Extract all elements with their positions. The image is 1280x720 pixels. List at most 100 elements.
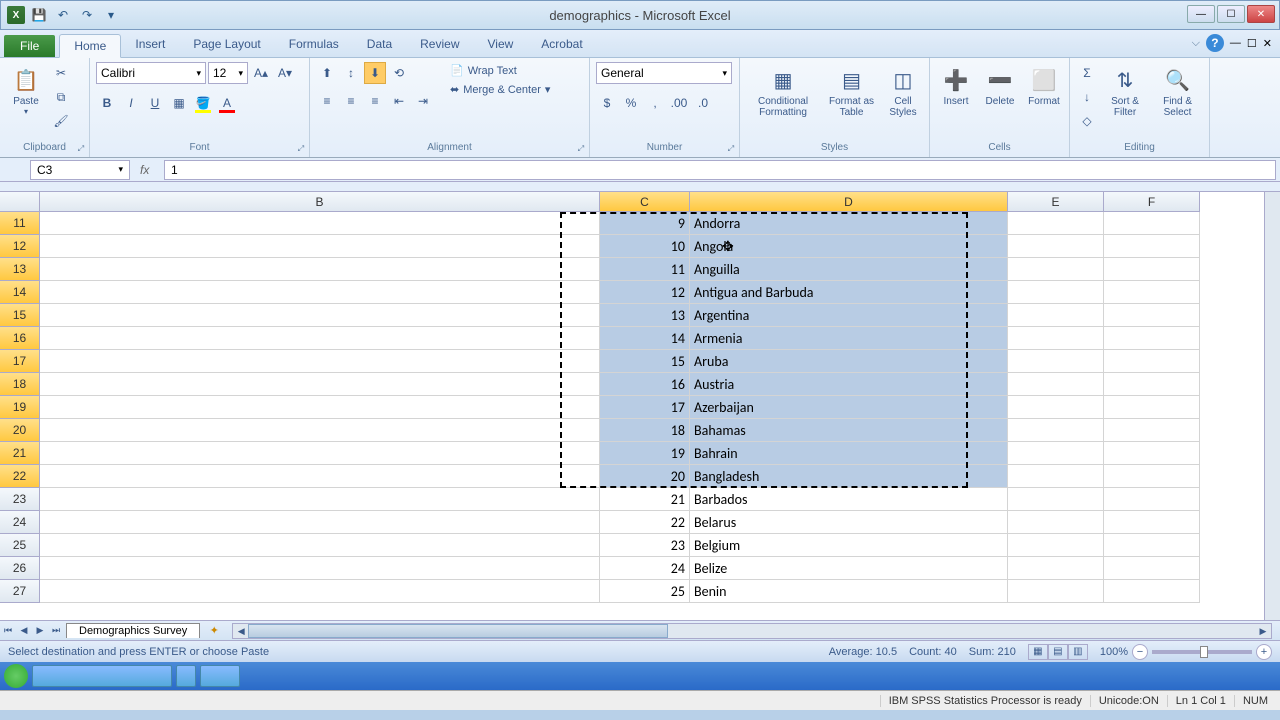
currency-icon[interactable]: $ <box>596 92 618 114</box>
formula-input[interactable]: 1 <box>164 160 1276 180</box>
row-header[interactable]: 12 <box>0 235 40 258</box>
cell-styles-button[interactable]: ◫Cell Styles <box>883 62 923 120</box>
cell[interactable]: Benin <box>690 580 1008 603</box>
cell[interactable]: Austria <box>690 373 1008 396</box>
row-header[interactable]: 26 <box>0 557 40 580</box>
sheet-nav-prev-icon[interactable]: ◀ <box>16 623 32 639</box>
border-icon[interactable]: ▦ <box>168 92 190 114</box>
row-header[interactable]: 23 <box>0 488 40 511</box>
column-header-C[interactable]: C <box>600 192 690 212</box>
row-header[interactable]: 15 <box>0 304 40 327</box>
cell[interactable] <box>1008 511 1104 534</box>
cell[interactable]: Antigua and Barbuda <box>690 281 1008 304</box>
decrease-decimal-icon[interactable]: .0 <box>692 92 714 114</box>
cell[interactable] <box>1104 511 1200 534</box>
cell[interactable]: 16 <box>600 373 690 396</box>
column-header-E[interactable]: E <box>1008 192 1104 212</box>
hscroll-right-icon[interactable]: ▶ <box>1255 624 1271 640</box>
file-tab[interactable]: File <box>4 35 55 57</box>
cell[interactable] <box>1104 235 1200 258</box>
number-format-combo[interactable]: General▾ <box>596 62 732 84</box>
column-header-B[interactable]: B <box>40 192 600 212</box>
qat-dropdown-icon[interactable]: ▾ <box>101 5 121 25</box>
hscroll-thumb[interactable] <box>248 624 668 638</box>
cell[interactable] <box>1104 327 1200 350</box>
cell[interactable] <box>40 350 600 373</box>
row-header[interactable]: 19 <box>0 396 40 419</box>
italic-button[interactable]: I <box>120 92 142 114</box>
spreadsheet-grid[interactable]: BCDEF 1112131415161718192021222324252627… <box>0 192 1280 620</box>
underline-button[interactable]: U <box>144 92 166 114</box>
sheet-nav-first-icon[interactable]: ⏮ <box>0 623 16 639</box>
zoom-in-button[interactable]: + <box>1256 644 1272 660</box>
format-as-table-button[interactable]: ▤Format as Table <box>824 62 879 120</box>
paste-button[interactable]: 📋 Paste ▾ <box>6 62 46 118</box>
cell[interactable]: Bahrain <box>690 442 1008 465</box>
cell[interactable] <box>1104 419 1200 442</box>
font-name-combo[interactable]: Calibri ▾ <box>96 62 206 84</box>
shrink-font-icon[interactable]: A▾ <box>274 62 296 84</box>
new-sheet-icon[interactable]: ✦ <box>204 623 224 639</box>
taskbar-item[interactable] <box>32 665 172 687</box>
sort-filter-button[interactable]: ⇅Sort & Filter <box>1102 62 1148 120</box>
increase-decimal-icon[interactable]: .00 <box>668 92 690 114</box>
font-color-icon[interactable]: A <box>216 92 238 114</box>
column-header-F[interactable]: F <box>1104 192 1200 212</box>
cell[interactable]: 19 <box>600 442 690 465</box>
align-center-icon[interactable]: ≡ <box>340 90 362 112</box>
percent-icon[interactable]: % <box>620 92 642 114</box>
autosum-icon[interactable]: Σ <box>1076 62 1098 84</box>
cell[interactable] <box>1008 534 1104 557</box>
row-header[interactable]: 17 <box>0 350 40 373</box>
cell[interactable] <box>1104 281 1200 304</box>
cell[interactable] <box>1104 258 1200 281</box>
increase-indent-icon[interactable]: ⇥ <box>412 90 434 112</box>
cell[interactable] <box>40 258 600 281</box>
cell[interactable]: Angola <box>690 235 1008 258</box>
select-all-corner[interactable] <box>0 192 40 212</box>
page-layout-view-icon[interactable]: ▤ <box>1048 644 1068 660</box>
cell[interactable]: 15 <box>600 350 690 373</box>
cell[interactable] <box>1104 396 1200 419</box>
cell[interactable] <box>40 488 600 511</box>
window-restore-icon[interactable]: ☐ <box>1247 37 1257 50</box>
align-right-icon[interactable]: ≡ <box>364 90 386 112</box>
cell[interactable] <box>1104 465 1200 488</box>
cell[interactable] <box>1008 235 1104 258</box>
cell[interactable] <box>40 419 600 442</box>
decrease-indent-icon[interactable]: ⇤ <box>388 90 410 112</box>
minimize-ribbon-icon[interactable]: ⌵ <box>1192 37 1200 50</box>
tab-home[interactable]: Home <box>59 34 121 58</box>
name-box[interactable]: C3▾ <box>30 160 130 180</box>
cell[interactable]: Barbados <box>690 488 1008 511</box>
cell[interactable] <box>1104 488 1200 511</box>
cell[interactable]: 14 <box>600 327 690 350</box>
tab-data[interactable]: Data <box>353 33 406 57</box>
vertical-scrollbar[interactable] <box>1264 192 1280 620</box>
cell[interactable] <box>40 212 600 235</box>
row-header[interactable]: 18 <box>0 373 40 396</box>
cell[interactable] <box>40 465 600 488</box>
cell[interactable]: Anguilla <box>690 258 1008 281</box>
cell[interactable]: 10 <box>600 235 690 258</box>
cell[interactable] <box>40 580 600 603</box>
cell[interactable]: Argentina <box>690 304 1008 327</box>
cell[interactable] <box>1008 396 1104 419</box>
cell[interactable]: Belgium <box>690 534 1008 557</box>
row-header[interactable]: 11 <box>0 212 40 235</box>
cell[interactable]: 17 <box>600 396 690 419</box>
cell[interactable] <box>1104 442 1200 465</box>
cell[interactable] <box>1008 350 1104 373</box>
alignment-launcher-icon[interactable]: ⤢ <box>575 143 587 155</box>
cell[interactable]: 13 <box>600 304 690 327</box>
cell[interactable]: Belarus <box>690 511 1008 534</box>
cell[interactable] <box>1104 557 1200 580</box>
cell[interactable] <box>40 281 600 304</box>
normal-view-icon[interactable]: ▦ <box>1028 644 1048 660</box>
cell[interactable] <box>1008 327 1104 350</box>
start-button[interactable] <box>4 664 28 688</box>
cell[interactable] <box>1008 281 1104 304</box>
formula-bar-expand[interactable] <box>0 182 1280 192</box>
cell[interactable] <box>1008 580 1104 603</box>
cell[interactable] <box>1104 212 1200 235</box>
